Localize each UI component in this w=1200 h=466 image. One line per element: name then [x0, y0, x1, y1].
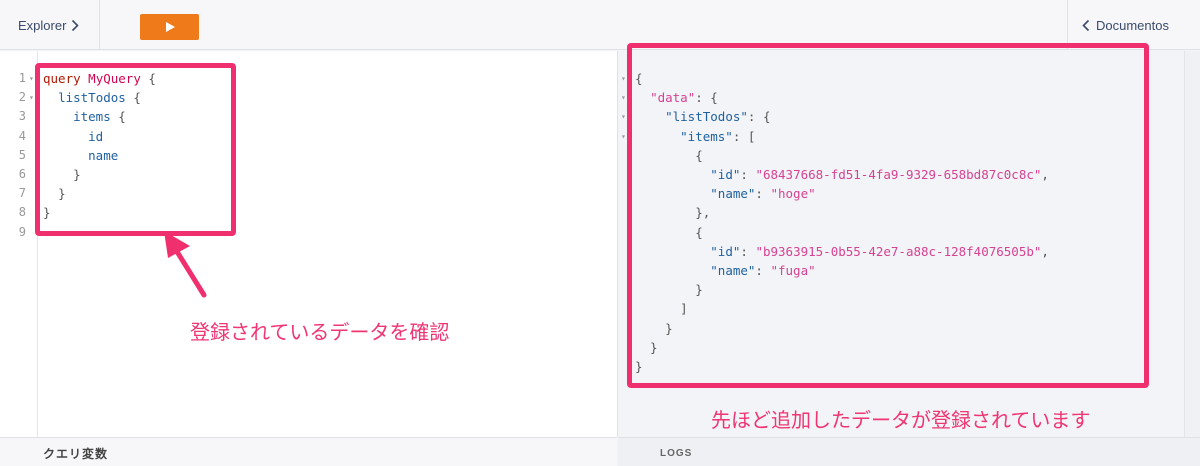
line-number: 5 [18, 147, 26, 162]
line-number: 3 [18, 109, 26, 124]
right-annotation-note: 先ほど追加したデータが登録されています [711, 408, 1091, 432]
result-highlight-box [627, 43, 1149, 388]
chevron-right-icon [72, 19, 80, 31]
query-variables-title: クエリ変数 [43, 447, 109, 461]
line-number: 8 [18, 205, 26, 220]
logs-bar[interactable]: LOGS [618, 437, 1200, 466]
line-number: 2 [18, 90, 26, 105]
chevron-left-icon [1082, 19, 1090, 31]
fold-arrow-icon[interactable]: ▾ [29, 69, 34, 88]
left-annotation-note: 登録されているデータを確認 [190, 320, 450, 344]
query-highlight-box [35, 63, 236, 236]
query-variables-bar[interactable]: クエリ変数 [0, 437, 617, 466]
explorer-label: Explorer [18, 17, 67, 33]
line-number: 4 [18, 128, 26, 143]
run-query-button[interactable] [140, 14, 199, 40]
arrow-icon [164, 231, 207, 298]
fold-arrow-icon[interactable]: ▾ [621, 127, 626, 146]
fold-arrow-icon[interactable]: ▾ [29, 88, 34, 107]
fold-arrow-icon[interactable]: ▾ [621, 88, 626, 107]
play-icon [165, 22, 175, 32]
docs-label: Documentos [1096, 17, 1169, 33]
line-number: 7 [18, 186, 26, 201]
explorer-button[interactable]: Explorer [0, 0, 100, 50]
fold-arrow-icon[interactable]: ▾ [621, 107, 626, 126]
logs-title: LOGS [660, 448, 693, 459]
line-number: 9 [18, 224, 26, 239]
result-scrollbar[interactable] [1184, 51, 1200, 437]
line-number: 1 [18, 71, 26, 85]
line-number: 6 [18, 167, 26, 181]
fold-arrow-icon[interactable]: ▾ [621, 69, 626, 88]
